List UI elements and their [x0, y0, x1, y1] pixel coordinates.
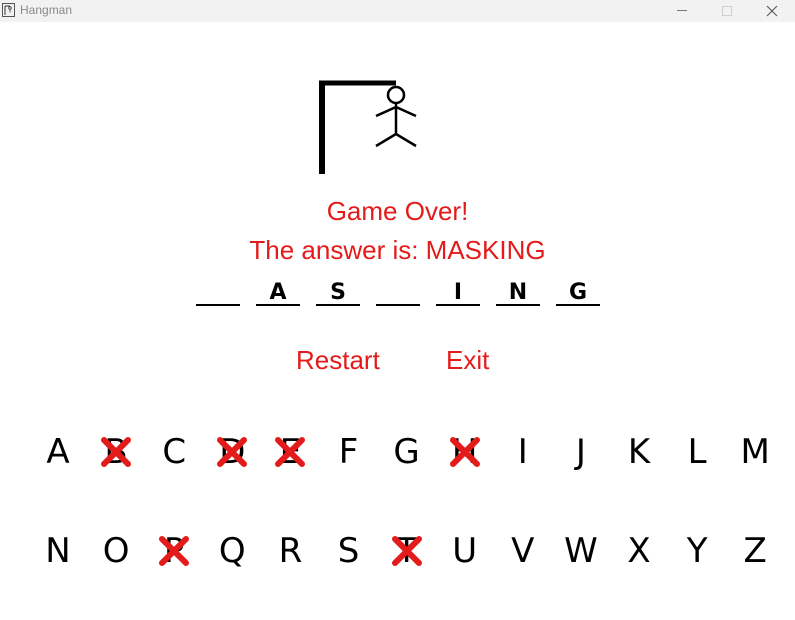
letter-key-k[interactable]: K [615, 432, 663, 472]
restart-button[interactable]: Restart [296, 345, 380, 376]
exit-button[interactable]: Exit [446, 345, 489, 376]
letter-key-s[interactable]: S [325, 531, 373, 571]
letter-key-e[interactable]: E [266, 432, 314, 472]
letter-key-w[interactable]: W [557, 531, 605, 571]
answer-message: The answer is: MASKING [249, 235, 546, 265]
letter-key-y[interactable]: Y [673, 531, 721, 571]
word-slot [196, 282, 240, 306]
letter-key-q[interactable]: Q [208, 531, 256, 571]
minimize-icon [677, 10, 687, 11]
slot-letter: A [269, 280, 287, 305]
letter-key-x[interactable]: X [615, 531, 663, 571]
slot-letter: I [453, 280, 463, 305]
game-over-message: Game Over! [326, 196, 469, 226]
letter-key-r[interactable]: R [266, 531, 314, 571]
letter-key-label: G [393, 432, 420, 472]
maximize-button[interactable] [704, 0, 750, 22]
letter-key-f[interactable]: F [325, 432, 373, 472]
letter-key-label: X [627, 531, 651, 571]
minimize-button[interactable] [659, 0, 705, 22]
letter-key-a[interactable]: A [34, 432, 82, 472]
letter-key-c[interactable]: C [150, 432, 198, 472]
letter-key-o[interactable]: O [92, 531, 140, 571]
letter-key-v[interactable]: V [499, 531, 547, 571]
letter-key-g[interactable]: G [383, 432, 431, 472]
word-slot [376, 282, 420, 306]
letter-key-label: I [517, 432, 528, 472]
letter-key-label: P [163, 531, 185, 571]
letter-key-n[interactable]: N [34, 531, 82, 571]
letter-key-label: J [575, 432, 586, 472]
letter-key-label: D [219, 432, 246, 472]
letter-key-t[interactable]: T [383, 531, 431, 571]
letter-key-label: H [451, 432, 478, 472]
letter-key-label: B [104, 432, 128, 472]
letter-key-label: V [511, 531, 535, 571]
letter-key-label: T [396, 531, 417, 571]
word-slot: S [316, 282, 360, 306]
letter-key-label: S [337, 531, 360, 571]
slot-letter: G [568, 280, 588, 305]
gallows-drawing [319, 80, 417, 174]
slot-letter: N [508, 280, 528, 305]
letter-key-b[interactable]: B [92, 432, 140, 472]
letter-key-label: M [740, 432, 770, 472]
maximize-icon [722, 6, 732, 16]
letter-key-m[interactable]: M [731, 432, 779, 472]
letter-key-p[interactable]: P [150, 531, 198, 571]
letter-key-label: L [687, 432, 707, 472]
window-title: Hangman [20, 3, 73, 17]
letter-key-label: O [102, 531, 130, 571]
letter-key-i[interactable]: I [499, 432, 547, 472]
title-bar: Hangman [0, 0, 795, 22]
letter-key-label: W [564, 531, 598, 571]
word-slot: I [436, 282, 480, 306]
letter-key-label: E [279, 432, 302, 472]
letter-key-h[interactable]: H [441, 432, 489, 472]
slot-letter: S [330, 280, 346, 305]
letter-key-label: Y [686, 531, 708, 571]
letter-key-label: Q [218, 531, 246, 571]
letter-key-u[interactable]: U [441, 531, 489, 571]
letter-key-d[interactable]: D [208, 432, 256, 472]
word-slot: A [256, 282, 300, 306]
letter-key-label: K [627, 432, 651, 472]
letter-key-label: R [278, 531, 303, 571]
letter-key-label: U [452, 531, 478, 571]
letter-key-label: A [46, 432, 70, 472]
word-slot: G [556, 282, 600, 306]
letter-key-z[interactable]: Z [731, 531, 779, 571]
letter-key-l[interactable]: L [673, 432, 721, 472]
word-slot: N [496, 282, 540, 306]
close-icon [766, 5, 778, 17]
letter-key-label: Z [743, 531, 767, 571]
letter-key-label: N [45, 531, 71, 571]
letter-key-j[interactable]: J [557, 432, 605, 472]
hangman-app-icon [2, 3, 15, 17]
letter-key-label: C [162, 432, 187, 472]
letter-key-label: F [338, 432, 359, 472]
close-button[interactable] [749, 0, 795, 22]
